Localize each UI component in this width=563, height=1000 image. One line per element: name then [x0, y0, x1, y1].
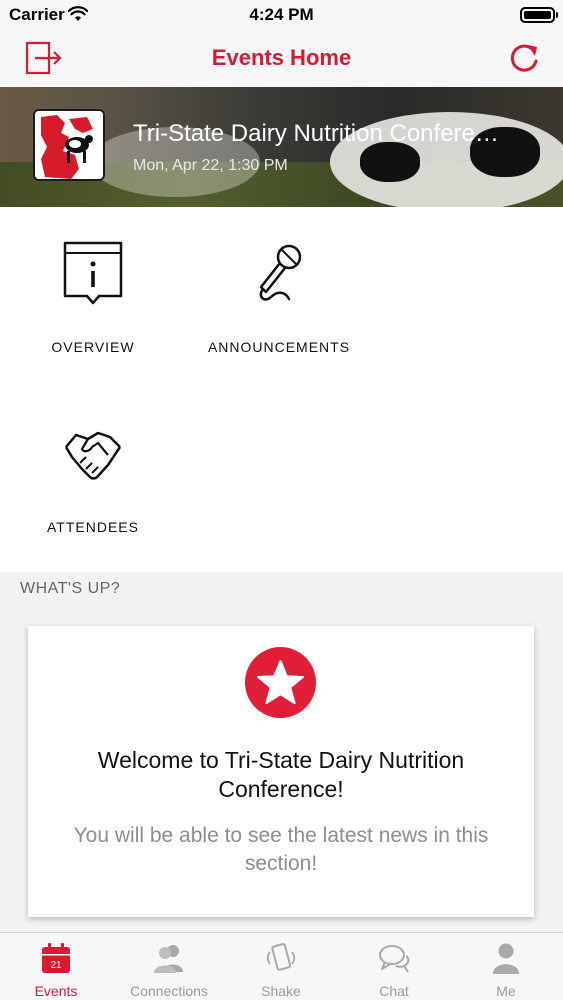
- event-title: Tri-State Dairy Nutrition Confere…: [133, 120, 499, 147]
- star-icon: [257, 660, 304, 705]
- tab-shake[interactable]: Shake: [225, 933, 337, 1000]
- event-logo: [33, 109, 105, 181]
- news-card[interactable]: Welcome to Tri-State Dairy Nutrition Con…: [28, 626, 534, 917]
- features-grid: OVERVIEW ANNOUNCEMENTS ATTENDEES: [0, 207, 563, 572]
- nav-bar: Events Home: [0, 30, 563, 87]
- tab-connections[interactable]: Connections: [113, 933, 225, 1000]
- tab-bar: 21 Events Connections Shake Chat Me: [0, 932, 563, 1000]
- event-banner[interactable]: Tri-State Dairy Nutrition Confere… Mon, …: [0, 87, 563, 207]
- tab-label: Me: [496, 983, 516, 999]
- tab-events[interactable]: 21 Events: [0, 933, 112, 1000]
- tab-label: Shake: [261, 983, 301, 999]
- handshake-icon: [64, 431, 122, 480]
- star-badge: [245, 647, 316, 718]
- clock: 4:24 PM: [249, 5, 314, 24]
- card-body: You will be able to see the latest news …: [73, 824, 489, 875]
- card-title: Welcome to Tri-State Dairy Nutrition Con…: [97, 747, 465, 802]
- tab-label: Events: [34, 983, 78, 999]
- event-logo-image: [35, 111, 103, 179]
- feature-label: OVERVIEW: [51, 339, 135, 355]
- feature-announcements[interactable]: ANNOUNCEMENTS: [189, 241, 369, 361]
- feature-overview[interactable]: OVERVIEW: [3, 241, 183, 361]
- refresh-icon[interactable]: [506, 41, 542, 77]
- tab-label: Connections: [130, 983, 208, 999]
- feature-label: ATTENDEES: [47, 519, 139, 535]
- people-icon: [154, 945, 183, 973]
- tab-chat[interactable]: Chat: [338, 933, 450, 1000]
- chat-icon: [379, 945, 410, 973]
- battery-icon: [520, 7, 558, 23]
- calendar-icon: 21: [42, 943, 70, 973]
- person-icon: [493, 943, 519, 974]
- info-icon: [63, 241, 123, 305]
- shake-phone-icon: [266, 943, 296, 971]
- tab-me[interactable]: Me: [450, 933, 562, 1000]
- feature-label: ANNOUNCEMENTS: [207, 339, 351, 355]
- page-title: Events Home: [211, 45, 352, 70]
- status-bar: Carrier 4:24 PM: [0, 0, 563, 30]
- banner-cow-spot: [360, 142, 420, 182]
- section-header: WHAT'S UP?: [20, 580, 121, 597]
- feature-attendees[interactable]: ATTENDEES: [3, 423, 183, 543]
- tab-label: Chat: [379, 983, 409, 999]
- event-date: Mon, Apr 22, 1:30 PM: [133, 157, 288, 174]
- microphone-icon: [259, 244, 302, 301]
- calendar-date: 21: [50, 960, 62, 971]
